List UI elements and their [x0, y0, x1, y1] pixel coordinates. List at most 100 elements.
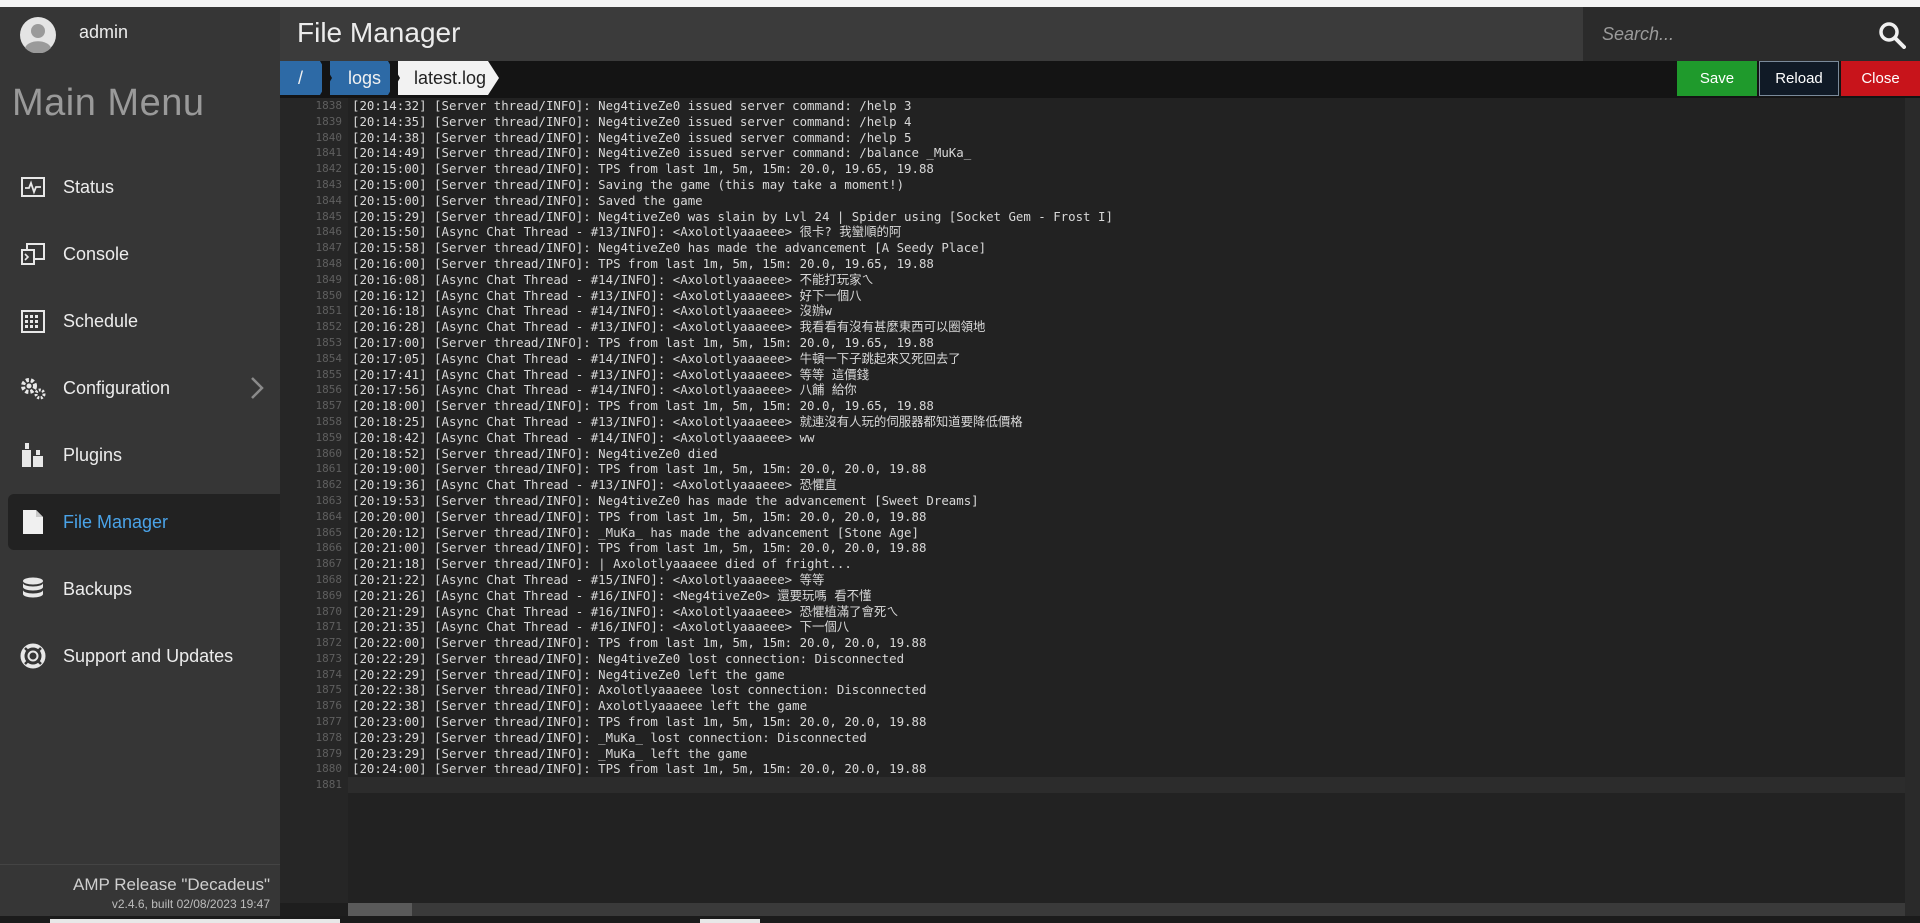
- code-line[interactable]: [20:16:08] [Async Chat Thread - #14/INFO…: [352, 272, 1113, 288]
- nav-label: Support and Updates: [63, 645, 234, 666]
- nav-item-configuration[interactable]: Configuration: [8, 360, 280, 416]
- code-line[interactable]: [20:14:38] [Server thread/INFO]: Neg4tiv…: [352, 130, 1113, 146]
- code-line[interactable]: [20:18:00] [Server thread/INFO]: TPS fro…: [352, 398, 1113, 414]
- breadcrumb: / logs latest.log Save Reload Close: [280, 61, 1920, 98]
- code-line[interactable]: [20:14:49] [Server thread/INFO]: Neg4tiv…: [352, 145, 1113, 161]
- horizontal-scrollbar[interactable]: [348, 903, 1905, 916]
- nav-item-file-manager[interactable]: File Manager: [8, 494, 280, 550]
- nav-item-console[interactable]: Console: [8, 226, 280, 282]
- horizontal-scroll-thumb[interactable]: [348, 903, 412, 916]
- code-line[interactable]: [20:22:38] [Server thread/INFO]: Axolotl…: [352, 698, 1113, 714]
- breadcrumb-file[interactable]: latest.log: [398, 61, 488, 95]
- code-line[interactable]: [20:15:58] [Server thread/INFO]: Neg4tiv…: [352, 240, 1113, 256]
- code-line[interactable]: [20:21:18] [Server thread/INFO]: | Axolo…: [352, 556, 1113, 572]
- code-line[interactable]: [20:16:18] [Async Chat Thread - #14/INFO…: [352, 303, 1113, 319]
- code-line[interactable]: [20:21:29] [Async Chat Thread - #16/INFO…: [352, 604, 1113, 620]
- search-box: [1583, 7, 1920, 61]
- code-line[interactable]: [20:23:29] [Server thread/INFO]: _MuKa_ …: [352, 730, 1113, 746]
- code-line[interactable]: [20:21:22] [Async Chat Thread - #15/INFO…: [352, 572, 1113, 588]
- nav-item-backups[interactable]: Backups: [8, 561, 280, 617]
- vertical-scrollbar[interactable]: [1905, 98, 1920, 916]
- close-button[interactable]: Close: [1841, 61, 1920, 96]
- nav-label: File Manager: [63, 511, 169, 532]
- line-number: 1845: [315, 209, 343, 223]
- user-panel[interactable]: admin: [0, 7, 280, 62]
- nav-label: Schedule: [63, 310, 139, 331]
- line-number: 1871: [315, 620, 343, 634]
- line-number: 1859: [315, 430, 343, 444]
- code-line[interactable]: [20:14:32] [Server thread/INFO]: Neg4tiv…: [352, 98, 1113, 114]
- code-line[interactable]: [20:22:00] [Server thread/INFO]: TPS fro…: [352, 635, 1113, 651]
- nav-item-schedule[interactable]: Schedule: [8, 293, 280, 349]
- lifebuoy-icon: [20, 643, 46, 669]
- code-line[interactable]: [20:18:25] [Async Chat Thread - #13/INFO…: [352, 414, 1113, 430]
- code-line[interactable]: [20:15:50] [Async Chat Thread - #13/INFO…: [352, 224, 1113, 240]
- code-line[interactable]: [352, 777, 1113, 793]
- code-line[interactable]: [20:15:00] [Server thread/INFO]: Saved t…: [352, 193, 1113, 209]
- code-line[interactable]: [20:24:00] [Server thread/INFO]: TPS fro…: [352, 761, 1113, 777]
- breadcrumb-logs[interactable]: logs: [330, 61, 388, 95]
- schedule-icon: [20, 308, 46, 334]
- line-number: 1868: [315, 572, 343, 586]
- code-line[interactable]: [20:15:00] [Server thread/INFO]: TPS fro…: [352, 161, 1113, 177]
- code-line[interactable]: [20:19:36] [Async Chat Thread - #13/INFO…: [352, 477, 1113, 493]
- code-line[interactable]: [20:17:00] [Server thread/INFO]: TPS fro…: [352, 335, 1113, 351]
- line-number: 1858: [315, 414, 343, 428]
- code-line[interactable]: [20:16:00] [Server thread/INFO]: TPS fro…: [352, 256, 1113, 272]
- code-line[interactable]: [20:20:12] [Server thread/INFO]: _MuKa_ …: [352, 525, 1113, 541]
- code-line[interactable]: [20:22:29] [Server thread/INFO]: Neg4tiv…: [352, 667, 1113, 683]
- code-line[interactable]: [20:22:29] [Server thread/INFO]: Neg4tiv…: [352, 651, 1113, 667]
- code-line[interactable]: [20:22:38] [Server thread/INFO]: Axolotl…: [352, 682, 1113, 698]
- code-line[interactable]: [20:17:56] [Async Chat Thread - #14/INFO…: [352, 382, 1113, 398]
- line-number: 1853: [315, 335, 343, 349]
- save-button[interactable]: Save: [1677, 61, 1757, 96]
- code-line[interactable]: [20:17:05] [Async Chat Thread - #14/INFO…: [352, 351, 1113, 367]
- code-line[interactable]: [20:18:42] [Async Chat Thread - #14/INFO…: [352, 430, 1113, 446]
- line-number: 1838: [315, 99, 343, 112]
- nav-item-status[interactable]: Status: [8, 159, 280, 215]
- nav-item-plugins[interactable]: Plugins: [8, 427, 280, 483]
- status-icon: [20, 174, 46, 200]
- console-icon: [20, 241, 46, 267]
- code-line[interactable]: [20:19:53] [Server thread/INFO]: Neg4tiv…: [352, 493, 1113, 509]
- code-line[interactable]: [20:21:35] [Async Chat Thread - #16/INFO…: [352, 619, 1113, 635]
- code-line[interactable]: [20:18:52] [Server thread/INFO]: Neg4tiv…: [352, 446, 1113, 462]
- line-number: 1880: [315, 762, 343, 776]
- code-line[interactable]: [20:17:41] [Async Chat Thread - #13/INFO…: [352, 367, 1113, 383]
- nav-label: Status: [63, 176, 115, 197]
- code-line[interactable]: [20:20:00] [Server thread/INFO]: TPS fro…: [352, 509, 1113, 525]
- code-content[interactable]: [20:14:32] [Server thread/INFO]: Neg4tiv…: [352, 98, 1113, 793]
- line-number: 1848: [315, 256, 343, 270]
- breadcrumb-root[interactable]: /: [280, 61, 320, 95]
- code-line[interactable]: [20:19:00] [Server thread/INFO]: TPS fro…: [352, 461, 1113, 477]
- main-nav: Status Console Schedule Configuration Pl…: [8, 159, 280, 695]
- nav-item-support-and-updates[interactable]: Support and Updates: [8, 628, 280, 684]
- code-line[interactable]: [20:16:28] [Async Chat Thread - #13/INFO…: [352, 319, 1113, 335]
- code-line[interactable]: [20:23:00] [Server thread/INFO]: TPS fro…: [352, 714, 1113, 730]
- code-line[interactable]: [20:21:26] [Async Chat Thread - #16/INFO…: [352, 588, 1113, 604]
- line-number: 1857: [315, 399, 343, 413]
- nav-label: Backups: [63, 578, 133, 599]
- code-editor[interactable]: 1838 1839 1840 1841 1842 1843 1844 1845 1846 1847…: [280, 98, 1905, 903]
- code-line[interactable]: [20:21:00] [Server thread/INFO]: TPS fro…: [352, 540, 1113, 556]
- code-line[interactable]: [20:23:29] [Server thread/INFO]: _MuKa_ …: [352, 746, 1113, 762]
- line-number: 1881: [315, 778, 343, 792]
- file-icon: [20, 509, 46, 535]
- line-number: 1877: [315, 715, 343, 729]
- reload-button[interactable]: Reload: [1759, 61, 1839, 96]
- line-number: 1847: [315, 241, 343, 255]
- code-line[interactable]: [20:14:35] [Server thread/INFO]: Neg4tiv…: [352, 114, 1113, 130]
- code-line[interactable]: [20:15:00] [Server thread/INFO]: Saving …: [352, 177, 1113, 193]
- line-number: 1852: [315, 320, 343, 334]
- line-number: 1850: [315, 288, 343, 302]
- search-input[interactable]: [1583, 7, 1863, 61]
- line-number: 1864: [315, 509, 343, 523]
- code-line[interactable]: [20:16:12] [Async Chat Thread - #13/INFO…: [352, 288, 1113, 304]
- top-strip: [0, 0, 1920, 7]
- code-line[interactable]: [20:15:29] [Server thread/INFO]: Neg4tiv…: [352, 209, 1113, 225]
- search-icon[interactable]: [1878, 21, 1906, 49]
- chevron-right-icon[interactable]: [246, 376, 266, 400]
- page-title: File Manager: [297, 17, 461, 48]
- database-icon: [20, 576, 46, 602]
- avatar[interactable]: [20, 17, 56, 53]
